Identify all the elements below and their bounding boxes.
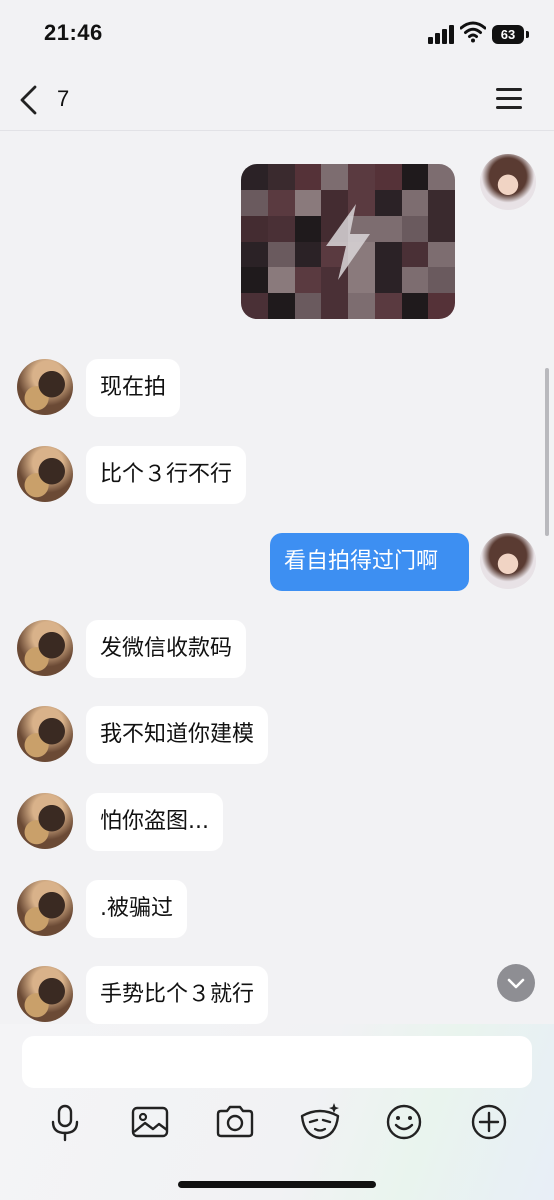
image-pixel — [401, 241, 429, 268]
image-pixel — [401, 189, 429, 216]
image-pixel — [294, 164, 322, 190]
image-pixel — [241, 215, 268, 242]
message-bubble[interactable]: 比个３行不行 — [86, 446, 247, 504]
scroll-to-bottom-button[interactable] — [497, 964, 535, 1002]
chat-header: 7 — [0, 70, 554, 131]
wifi-icon — [460, 21, 486, 43]
image-pixel — [321, 293, 348, 319]
message-bubble[interactable]: 发微信收款码 — [86, 620, 247, 678]
image-pixel — [374, 164, 402, 190]
chat-title: 7 — [57, 86, 70, 111]
image-pixel — [241, 189, 268, 216]
my-avatar[interactable] — [480, 533, 536, 589]
signal-icon — [428, 24, 456, 44]
image-pixel — [348, 293, 375, 319]
image-pixel — [241, 293, 268, 319]
image-pixel — [267, 215, 295, 242]
message-bubble[interactable]: 手势比个３就行 — [86, 966, 269, 1024]
image-pixel — [428, 241, 455, 268]
message-bubble[interactable]: 怕你盗图... — [86, 793, 223, 851]
back-chevron-icon[interactable] — [18, 84, 40, 116]
image-pixel — [267, 241, 295, 268]
composer-bar — [0, 1024, 554, 1200]
microphone-icon[interactable] — [43, 1100, 87, 1144]
flash-icon — [326, 204, 370, 280]
chevron-down-icon — [507, 978, 525, 989]
message-input[interactable] — [22, 1036, 532, 1088]
image-pixel — [374, 293, 402, 319]
image-pixel — [267, 164, 295, 190]
image-pixel — [401, 164, 429, 190]
image-icon[interactable] — [128, 1100, 172, 1144]
image-pixel — [267, 189, 295, 216]
status-time: 21:46 — [44, 20, 103, 45]
contact-avatar[interactable] — [17, 880, 73, 936]
contact-avatar[interactable] — [17, 446, 73, 502]
contact-avatar[interactable] — [17, 620, 73, 676]
message-bubble[interactable]: 我不知道你建模 — [86, 706, 269, 764]
image-pixel — [321, 164, 348, 190]
image-pixel — [241, 241, 268, 268]
image-pixel — [241, 267, 268, 294]
home-indicator — [178, 1181, 376, 1188]
battery-tip — [526, 31, 529, 38]
image-pixel — [267, 293, 295, 319]
image-pixel — [428, 164, 455, 190]
message-bubble[interactable]: 现在拍 — [86, 359, 181, 417]
plus-icon[interactable] — [467, 1100, 511, 1144]
contact-avatar[interactable] — [17, 966, 73, 1022]
message-bubble[interactable]: .被骗过 — [86, 880, 187, 938]
scrollbar[interactable] — [545, 368, 549, 536]
contact-avatar[interactable] — [17, 793, 73, 849]
image-pixel — [401, 293, 429, 319]
contact-avatar[interactable] — [17, 359, 73, 415]
sticker-icon[interactable] — [298, 1100, 342, 1144]
menu-icon[interactable] — [496, 86, 524, 110]
image-pixel — [348, 164, 375, 190]
battery-icon: 63 — [492, 25, 524, 44]
emoji-icon[interactable] — [382, 1100, 426, 1144]
image-pixel — [428, 293, 455, 319]
image-pixel — [428, 215, 455, 242]
image-pixel — [267, 267, 295, 294]
contact-avatar[interactable] — [17, 706, 73, 762]
image-pixel — [294, 293, 322, 319]
camera-icon[interactable] — [213, 1100, 257, 1144]
status-bar: 21:46 63 — [0, 0, 554, 70]
image-pixel — [241, 164, 268, 190]
image-pixel — [401, 267, 429, 294]
image-pixel — [401, 215, 429, 242]
image-pixel — [428, 267, 455, 294]
message-bubble[interactable]: 看自拍得过门啊 — [270, 533, 469, 591]
image-pixel — [428, 189, 455, 216]
my-avatar[interactable] — [480, 154, 536, 210]
